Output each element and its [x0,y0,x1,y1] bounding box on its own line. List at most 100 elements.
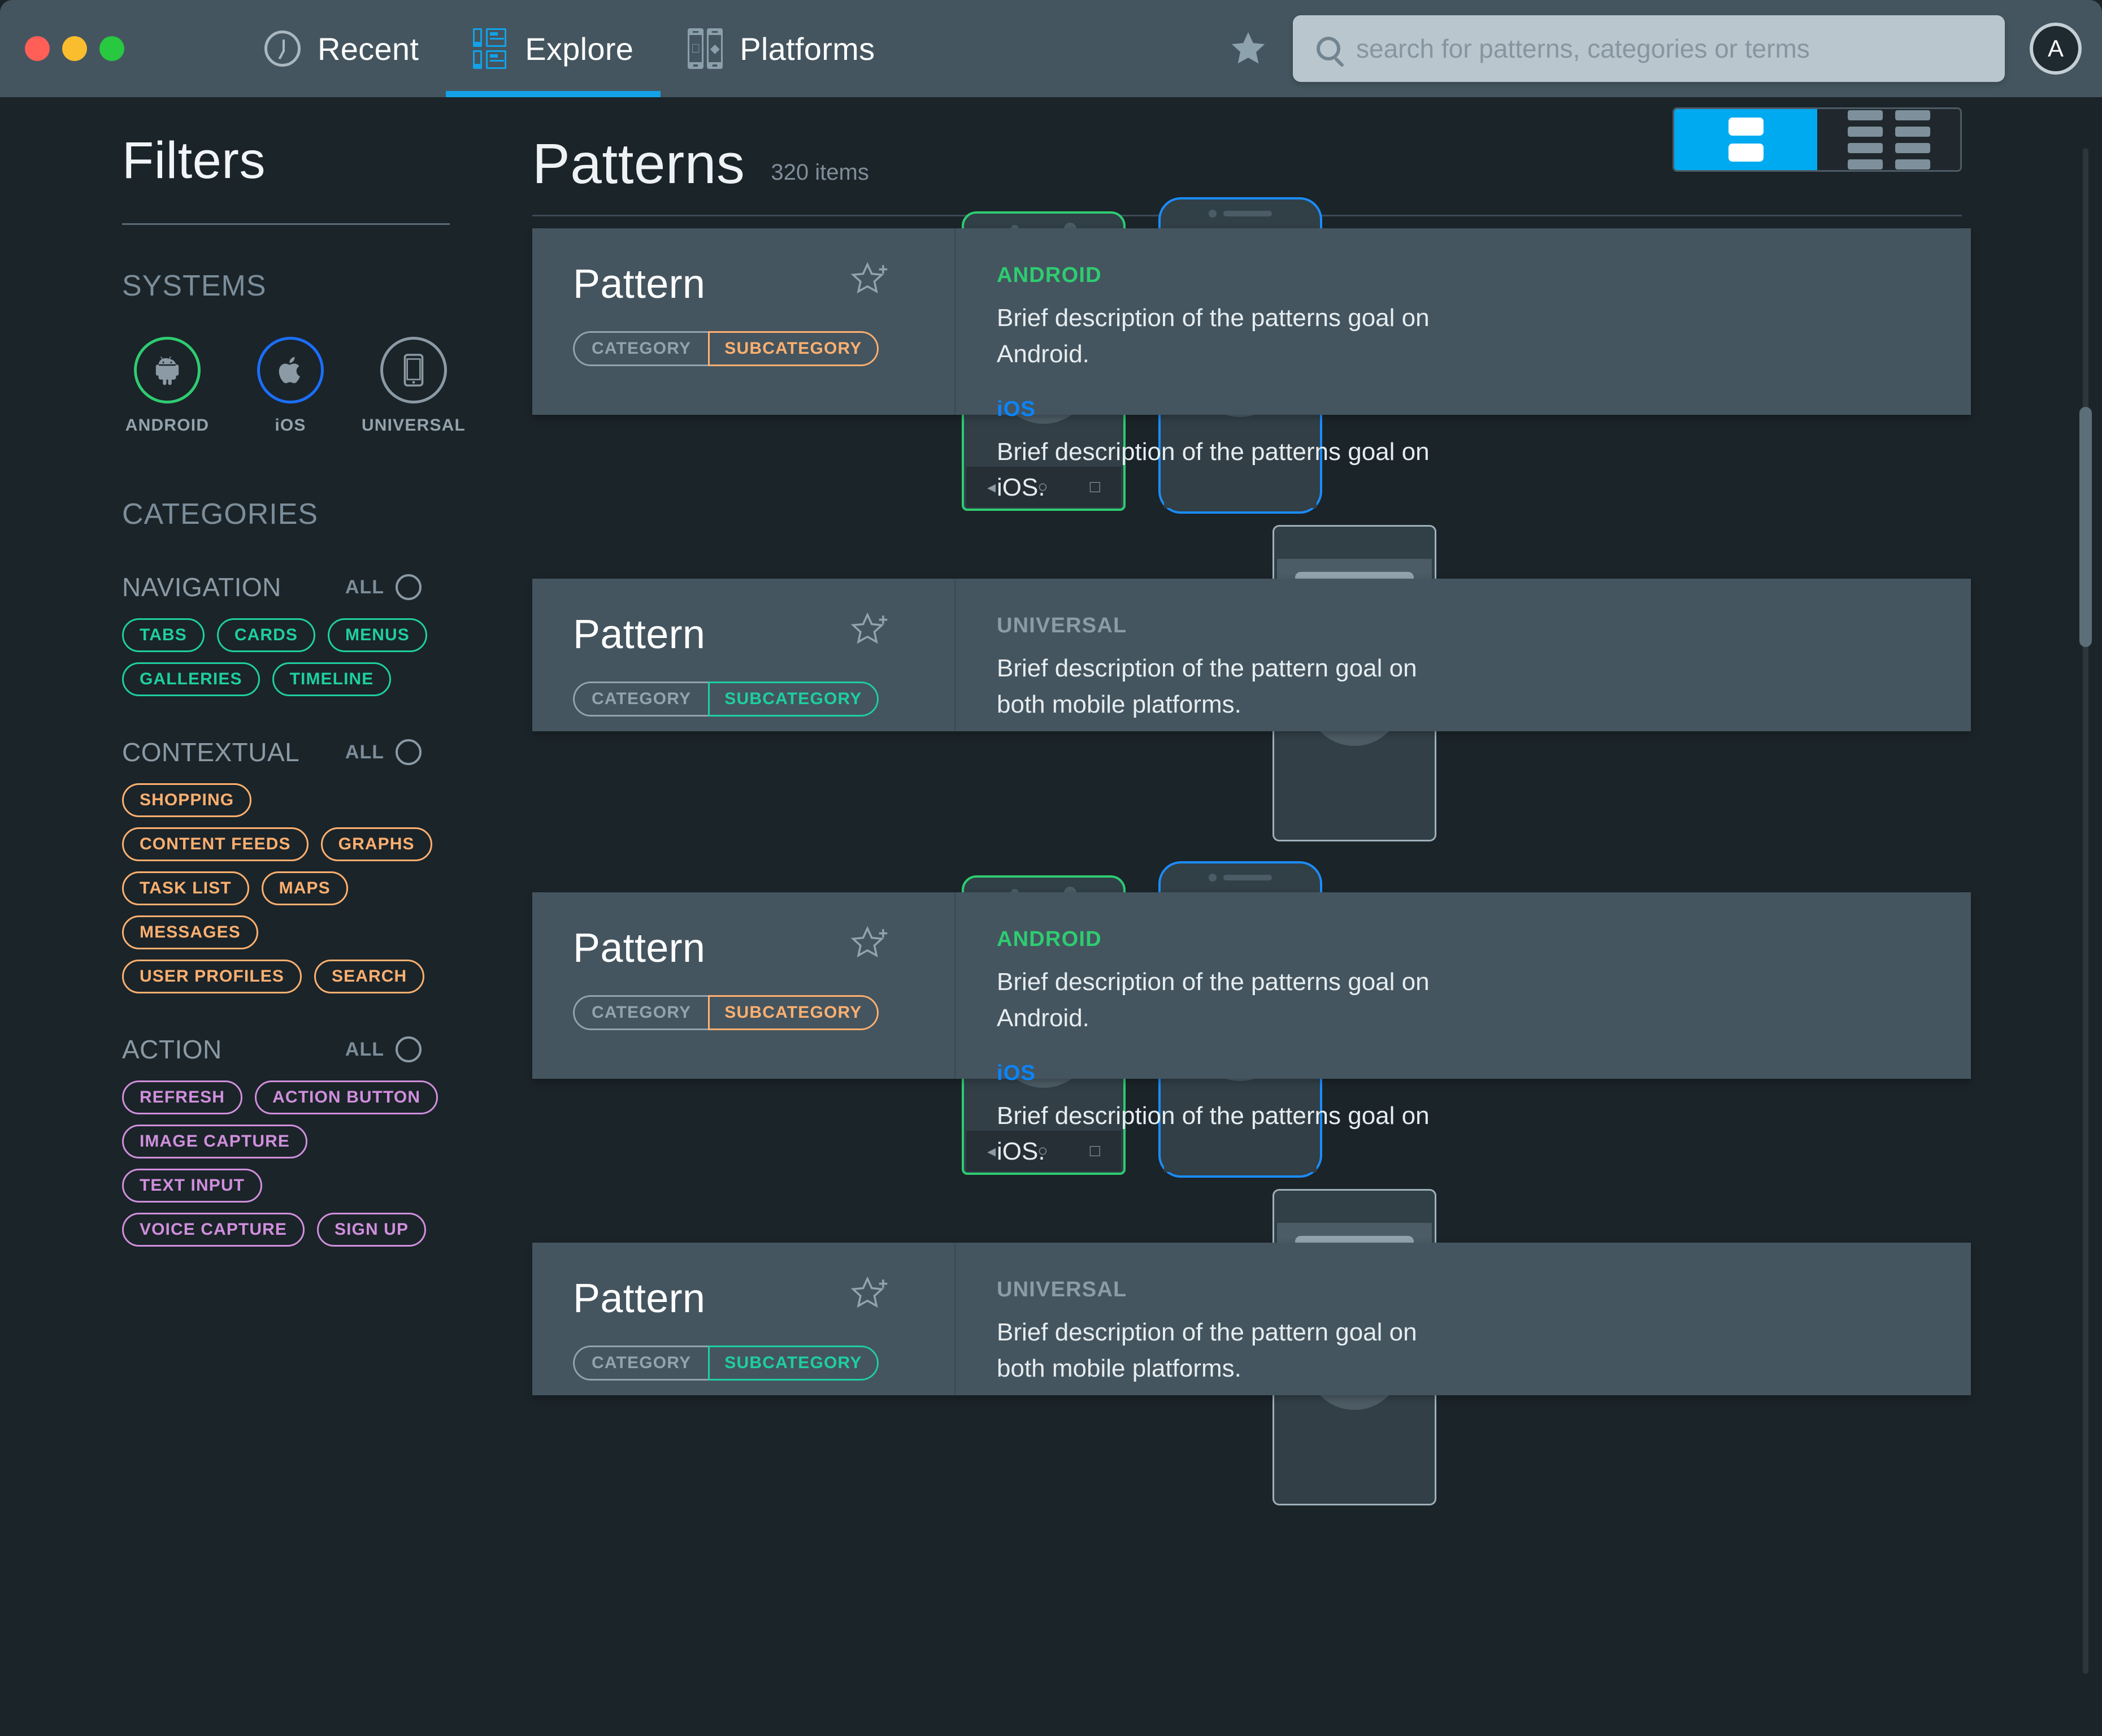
filter-tags-action: REFRESH ACTION BUTTON IMAGE CAPTURE TEXT… [122,1080,438,1247]
pattern-card-left: Pattern CATEGORY SUBCATEGORY [532,228,956,415]
search-bar[interactable] [1293,15,2005,82]
filter-group-navigation: NAVIGATION ALL TABS CARDS MENUS GALLERIE… [122,572,526,696]
category-pill[interactable]: CATEGORY SUBCATEGORY [573,1346,879,1381]
filter-group-navigation-all[interactable]: ALL [345,574,422,600]
platform-label: ANDROID [997,927,1102,951]
platform-label: UNIVERSAL [997,614,1127,637]
tab-recent-label: Recent [318,31,419,67]
tab-explore[interactable]: Explore [446,0,661,97]
all-label: ALL [345,576,384,598]
filter-tag[interactable]: USER PROFILES [122,960,302,993]
filter-tag[interactable]: SIGN UP [317,1213,427,1247]
filter-group-navigation-name: NAVIGATION [122,572,281,602]
scrollbar-track[interactable] [2083,148,2088,1674]
star-add-icon[interactable] [849,925,892,968]
all-radio-contextual[interactable] [396,739,422,765]
platform-description: Brief description of the patterns goal o… [997,437,1430,502]
filter-tag[interactable]: CONTENT FEEDS [122,827,309,861]
filter-tag[interactable]: TEXT INPUT [122,1169,263,1203]
platform-description: Brief description of the patterns goal o… [997,304,1430,368]
filter-tag[interactable]: GRAPHS [320,827,432,861]
avatar-initial: A [2047,35,2064,62]
filter-tag[interactable]: TASK LIST [122,871,249,905]
zoom-window-button[interactable] [99,36,124,61]
category-pill[interactable]: CATEGORY SUBCATEGORY [573,682,879,717]
filter-group-contextual-all[interactable]: ALL [345,739,422,765]
page-title: Patterns [532,132,745,196]
scrollbar-thumb[interactable] [2079,407,2092,647]
grid-view-button[interactable] [1817,109,1960,170]
subcategory-label: SUBCATEGORY [708,995,879,1030]
tab-explore-label: Explore [525,31,634,67]
tab-platforms[interactable]:  ◆ Platforms [661,0,902,97]
pattern-card-wrapper: ▾◢▮12:30 ◂○□ [532,197,1971,514]
close-window-button[interactable] [25,36,50,61]
platform-block-universal: UNIVERSAL Brief description of the patte… [997,614,1971,723]
platform-description: Brief description of the pattern goal on… [997,1318,1417,1382]
main-nav-tabs: Recent Explore  ◆ Platforms [237,0,902,97]
filter-tag[interactable]: CARDS [216,618,316,652]
pattern-card[interactable]: Pattern CATEGORY SUBCATEGORY [532,892,1971,1165]
platform-block-android: ANDROID Brief description of the pattern… [997,927,1971,1036]
all-radio-navigation[interactable] [396,574,422,600]
pattern-card[interactable]: Pattern CATEGORY SUBCATEGORY [532,1243,1971,1395]
minimize-window-button[interactable] [62,36,87,61]
filter-tag[interactable]: TABS [122,618,205,652]
star-add-icon[interactable] [849,611,892,654]
star-add-icon[interactable] [849,1275,892,1318]
system-filter-ios[interactable]: iOS [245,337,336,435]
filter-tag[interactable]: IMAGE CAPTURE [122,1125,307,1158]
list-view-button[interactable] [1674,109,1817,170]
pattern-card-wrapper: Pattern CATEGORY SUBCATEGORY UNIVERSAL B… [532,525,1971,841]
pattern-card-left: Pattern CATEGORY SUBCATEGORY [532,579,956,731]
vertical-scrollbar[interactable] [2079,148,2092,1674]
filter-tag[interactable]: MENUS [328,618,427,652]
header-right-cluster: A [1228,15,2102,82]
platform-description: Brief description of the patterns goal o… [997,968,1430,1032]
subcategory-label: SUBCATEGORY [708,1346,879,1381]
patterns-main: Patterns 320 items ◂ ○ □ Pattern CATEGOR… [526,97,2102,1736]
platform-description: Brief description of the pattern goal on… [997,654,1417,718]
search-input[interactable] [1356,33,1981,64]
pattern-card-right: UNIVERSAL Brief description of the patte… [956,1243,1971,1395]
subcategory-label: SUBCATEGORY [708,331,879,366]
system-filter-universal[interactable]: UNIVERSAL [362,337,465,435]
all-radio-action[interactable] [396,1036,422,1062]
pattern-card-right: ANDROID Brief description of the pattern… [956,892,1971,1165]
filter-tag[interactable]: REFRESH [122,1080,243,1114]
pattern-card-left: Pattern CATEGORY SUBCATEGORY [532,1243,956,1395]
explore-grid-icon [473,28,508,69]
filter-tag[interactable]: SHOPPING [122,783,252,817]
tab-recent[interactable]: Recent [237,0,446,97]
rows-icon [1728,118,1764,162]
categories-heading: CATEGORIES [122,498,319,531]
pattern-card[interactable]: Pattern CATEGORY SUBCATEGORY [532,579,1971,731]
system-filter-android-label: ANDROID [125,416,210,435]
filter-tag[interactable]: MAPS [261,871,348,905]
pattern-card-wrapper: ▾◢▮12:30 ◂○□ [532,861,1971,1178]
subcategory-label: SUBCATEGORY [708,682,879,717]
category-pill[interactable]: CATEGORY SUBCATEGORY [573,995,879,1030]
view-toggle [1673,107,1962,172]
systems-filter-group: ANDROID iOS UNIVERSAL [122,337,526,435]
category-pill[interactable]: CATEGORY SUBCATEGORY [573,331,879,366]
filter-tag[interactable]: VOICE CAPTURE [122,1213,305,1247]
systems-heading: SYSTEMS [122,270,267,302]
system-filter-android[interactable]: ANDROID [122,337,212,435]
clock-icon [264,31,301,67]
avatar[interactable]: A [2030,23,2082,75]
filter-tag[interactable]: TIMELINE [272,662,392,696]
filter-tag[interactable]: GALLERIES [122,662,260,696]
item-count: 320 items [771,160,869,185]
category-label: CATEGORY [573,331,709,366]
pattern-card[interactable]: Pattern CATEGORY SUBCATEGORY [532,228,1971,501]
search-icon [1317,37,1340,60]
filter-tag[interactable]: SEARCH [314,960,425,993]
star-filled-icon[interactable] [1228,29,1268,68]
filter-group-action-all[interactable]: ALL [345,1036,422,1062]
filter-tag[interactable]: MESSAGES [122,915,258,949]
filter-group-action: ACTION ALL REFRESH ACTION BUTTON IMAGE C… [122,1034,526,1247]
filter-tag[interactable]: ACTION BUTTON [255,1080,438,1114]
star-add-icon[interactable] [849,261,892,304]
filter-tags-navigation: TABS CARDS MENUS GALLERIES TIMELINE [122,618,438,696]
